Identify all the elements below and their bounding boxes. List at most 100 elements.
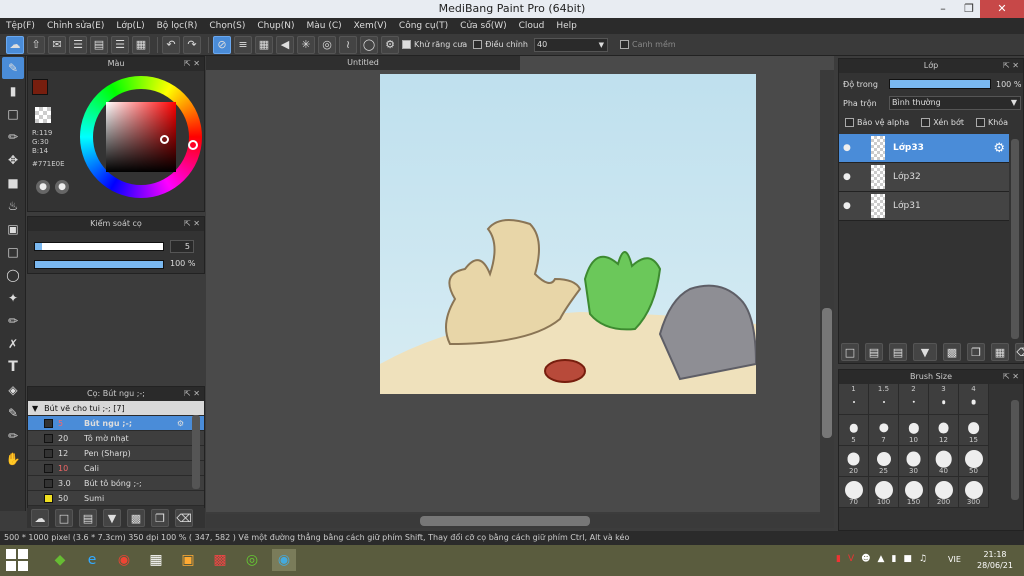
brush-list-scrollbar[interactable]: [192, 415, 200, 489]
brush-folder-icon[interactable]: ▩: [127, 509, 145, 527]
menu-window[interactable]: Cửa sổ(W): [454, 21, 512, 31]
size-slider[interactable]: [34, 242, 164, 251]
tab-untitled[interactable]: Untitled: [206, 56, 520, 70]
brush-item[interactable]: 3.0 Bút tô bóng ;-;: [28, 476, 204, 491]
grid-icon[interactable]: ▦: [132, 35, 150, 54]
brush-size-cell[interactable]: 20: [839, 446, 869, 477]
move-tool-icon[interactable]: ✥: [2, 149, 24, 171]
lock-checkbox[interactable]: [975, 118, 985, 127]
delete-brush-icon[interactable]: ⌫: [175, 509, 193, 527]
cloud-icon[interactable]: ☁: [6, 35, 24, 54]
vanishing-point-icon[interactable]: ◀: [276, 35, 294, 54]
select-eraser-icon[interactable]: ✗: [2, 333, 24, 355]
rect-select-icon[interactable]: □: [2, 241, 24, 263]
menu-view[interactable]: Xem(V): [348, 21, 393, 31]
add-brush-icon[interactable]: ▼: [103, 509, 121, 527]
new-layer-icon[interactable]: □: [841, 343, 859, 361]
internet-explorer-icon[interactable]: e: [80, 549, 104, 571]
merge-layer-icon[interactable]: ▦: [991, 343, 1009, 361]
new-halftone-layer-icon[interactable]: ▤: [865, 343, 883, 361]
panel-close-icon[interactable]: ⇱ ✕: [1003, 370, 1019, 384]
snap-off-icon[interactable]: ⊘: [213, 35, 231, 54]
gradient-tool-icon[interactable]: ▣: [2, 218, 24, 240]
new-8bit-layer-icon[interactable]: ▤: [889, 343, 907, 361]
brush-item[interactable]: 12 Pen (Sharp): [28, 446, 204, 461]
hue-wheel[interactable]: [80, 76, 202, 198]
panel-close-icon[interactable]: ⇱ ✕: [184, 217, 200, 231]
brush-size-cell[interactable]: 25: [869, 446, 899, 477]
layer-item[interactable]: ● Lớp32: [839, 163, 1009, 192]
layer-item[interactable]: ● Lớp31: [839, 192, 1009, 221]
brush-item[interactable]: 5 Bút ngu ;-; ⚙: [28, 416, 204, 431]
select-pen-icon[interactable]: ✏: [2, 126, 24, 148]
rectangle-tool-icon[interactable]: □: [2, 103, 24, 125]
circle-snap-icon[interactable]: ◯: [360, 35, 378, 54]
brush-size-cell[interactable]: 40: [929, 446, 959, 477]
undo-icon[interactable]: ↶: [162, 35, 180, 54]
brush-item[interactable]: 50 Sumi: [28, 491, 204, 506]
panel-close-icon[interactable]: ⇱ ✕: [184, 57, 200, 71]
hue-handle[interactable]: [188, 140, 198, 150]
brush-size-cell[interactable]: 12: [929, 415, 959, 446]
menu-layer[interactable]: Lớp(L): [110, 21, 150, 31]
brush-tool-icon[interactable]: ✎: [2, 57, 24, 79]
list-icon[interactable]: ☰: [111, 35, 129, 54]
share-icon[interactable]: ⇧: [27, 35, 45, 54]
brush-size-cell[interactable]: 200: [929, 477, 959, 508]
eraser-tool-icon[interactable]: ▮: [2, 80, 24, 102]
comment-icon[interactable]: ✉: [48, 35, 66, 54]
palette-add-icon[interactable]: ●: [55, 180, 69, 194]
horizontal-scrollbar[interactable]: [206, 514, 834, 528]
menu-file[interactable]: Tệp(F): [0, 21, 41, 31]
menu-edit[interactable]: Chỉnh sửa(E): [41, 21, 110, 31]
medibang-icon[interactable]: ◉: [272, 549, 296, 571]
antialias-checkbox[interactable]: [402, 40, 411, 49]
minimize-button[interactable]: –: [930, 0, 956, 18]
size-value[interactable]: 5: [170, 240, 194, 253]
tray-app-icon[interactable]: ▮: [836, 554, 841, 564]
bluestacks-icon[interactable]: ◆: [48, 549, 72, 571]
divide-tool-icon[interactable]: ◈: [2, 379, 24, 401]
tray-user-icon[interactable]: ☻: [861, 554, 870, 564]
brush-size-cell[interactable]: 4: [959, 384, 989, 415]
brush-download-icon[interactable]: ☁: [31, 509, 49, 527]
brush-size-cell[interactable]: 7: [869, 415, 899, 446]
close-button[interactable]: ✕: [980, 0, 1024, 18]
layer-folder-icon[interactable]: ▩: [943, 343, 961, 361]
lasso-select-icon[interactable]: ◯: [2, 264, 24, 286]
panel-close-icon[interactable]: ⇱ ✕: [1003, 59, 1019, 73]
clipping-checkbox[interactable]: [921, 118, 931, 127]
brush-size-cell[interactable]: 5: [839, 415, 869, 446]
brush-size-cell[interactable]: 2: [899, 384, 929, 415]
canvas[interactable]: [380, 74, 756, 394]
panel-close-icon[interactable]: ⇱ ✕: [184, 387, 200, 401]
tray-up-icon[interactable]: ▲: [878, 554, 885, 564]
brush-size-cell[interactable]: 1: [839, 384, 869, 415]
windows-start-icon[interactable]: [6, 549, 30, 571]
bucket-tool-icon[interactable]: ♨: [2, 195, 24, 217]
crisscross-snap-icon[interactable]: ▦: [255, 35, 273, 54]
brush-settings-icon[interactable]: ▤: [79, 509, 97, 527]
brush-size-cell[interactable]: 3: [929, 384, 959, 415]
chrome-icon[interactable]: ◉: [112, 549, 136, 571]
opacity-slider[interactable]: [34, 260, 164, 269]
protect-alpha-checkbox[interactable]: [845, 118, 854, 127]
magic-wand-icon[interactable]: ✦: [2, 287, 24, 309]
text-tool-icon[interactable]: T: [2, 356, 24, 378]
duplicate-layer-icon[interactable]: ❐: [967, 343, 985, 361]
duplicate-brush-icon[interactable]: ❐: [151, 509, 169, 527]
delete-layer-icon[interactable]: ⌫: [1015, 343, 1024, 361]
brush-size-scrollbar[interactable]: [1011, 400, 1019, 500]
curve-snap-icon[interactable]: ≀: [339, 35, 357, 54]
battery-icon[interactable]: ▮: [891, 554, 896, 564]
eye-icon[interactable]: ●: [843, 143, 857, 153]
brush-size-cell[interactable]: 150: [899, 477, 929, 508]
palette-icon[interactable]: ●: [36, 180, 50, 194]
menu-help[interactable]: Help: [550, 21, 583, 31]
winrar-icon[interactable]: ▦: [144, 549, 168, 571]
brush-size-cell[interactable]: 100: [869, 477, 899, 508]
powerpoint-icon[interactable]: ▣: [176, 549, 200, 571]
primary-color-swatch[interactable]: [32, 79, 48, 95]
network-icon[interactable]: ■: [903, 554, 912, 564]
camtasia-icon[interactable]: ◎: [240, 549, 264, 571]
